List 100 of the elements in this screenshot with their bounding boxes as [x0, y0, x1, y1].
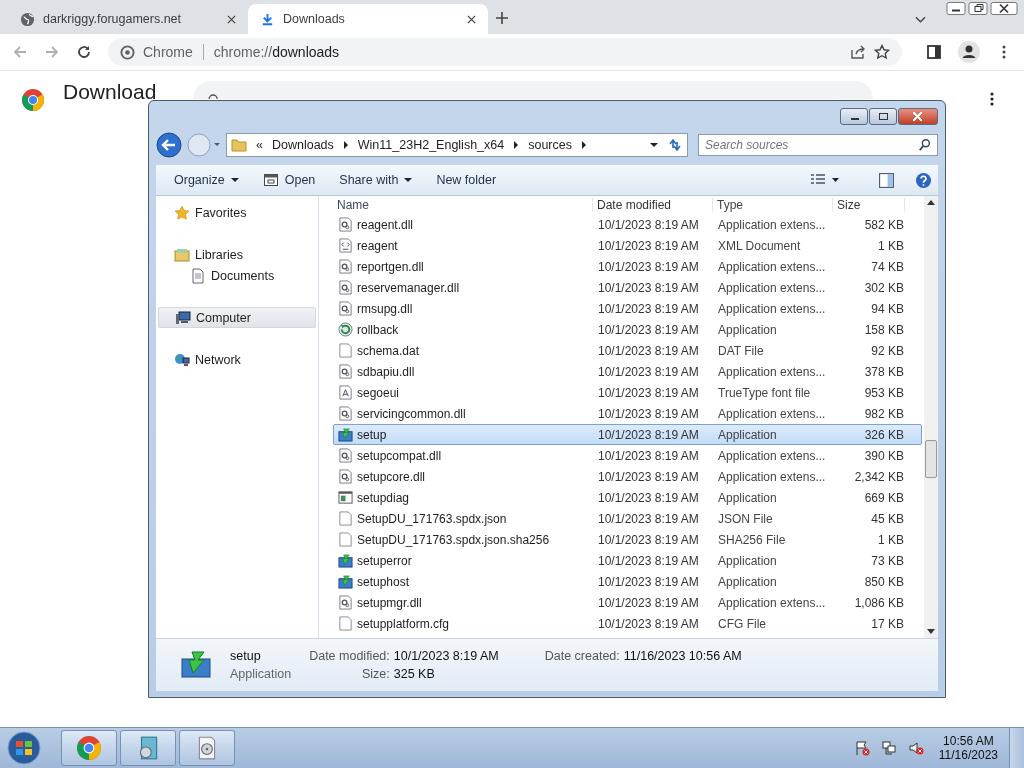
chevron-down-icon[interactable] — [915, 16, 926, 24]
close-button[interactable] — [990, 1, 1018, 16]
file-row[interactable]: setupmgr.dll 10/1/2023 8:19 AM Application extens... 1,086 KB — [333, 592, 922, 613]
detail-value: 325 KB — [393, 667, 436, 681]
gear-file-icon — [338, 595, 353, 610]
detail-label: Date created: — [544, 649, 620, 663]
refresh-icon[interactable] — [667, 137, 683, 153]
setup-icon — [338, 553, 353, 568]
network-icon[interactable] — [880, 740, 897, 756]
search-icon[interactable] — [918, 138, 932, 152]
file-row[interactable]: reagent.dll 10/1/2023 8:19 AM Application extens... 582 KB — [333, 214, 922, 235]
file-name: setup — [230, 649, 262, 663]
close-icon[interactable] — [227, 14, 236, 24]
file-row[interactable]: setup 10/1/2023 8:19 AM Application 326 KB — [333, 424, 922, 445]
caret-icon — [404, 177, 413, 183]
address-bar[interactable]: Chrome chrome://downloads — [108, 38, 902, 66]
browser-tab[interactable]: darkriggy.forugamers.net — [8, 4, 248, 34]
search-field[interactable]: Search sources — [698, 134, 938, 156]
gear-file-icon — [338, 469, 353, 484]
clock-date[interactable]: 11/16/2023 — [938, 748, 998, 762]
window-icon — [262, 172, 279, 188]
scrollbar[interactable] — [924, 196, 938, 638]
preview-pane-icon[interactable] — [878, 171, 895, 189]
chevron-right-icon[interactable] — [513, 141, 520, 149]
minimize-button[interactable] — [840, 108, 868, 125]
column-header[interactable]: Size — [833, 198, 905, 212]
scroll-thumb[interactable] — [925, 440, 937, 478]
maximize-button[interactable] — [869, 108, 897, 125]
library-icon — [174, 246, 190, 263]
nav-item[interactable]: Computer — [158, 307, 316, 328]
detail-label: Date modified: — [309, 649, 390, 663]
speaker-muted-icon[interactable] — [907, 740, 924, 756]
star-icon[interactable] — [874, 44, 890, 60]
file-row[interactable]: segoeui 10/1/2023 8:19 AM TrueType font file 953 KB — [333, 382, 922, 403]
file-row[interactable]: rollback 10/1/2023 8:19 AM Application 158 KB — [333, 319, 922, 340]
new-tab-icon[interactable] — [496, 12, 508, 24]
back-icon[interactable] — [156, 132, 182, 158]
chevron-right-icon[interactable] — [581, 141, 587, 149]
address-bar[interactable]: « Downloads Win11_23H2_English_x64 sources — [226, 133, 688, 157]
globe-icon — [20, 11, 35, 27]
toolbar-button[interactable]: New folder — [428, 169, 505, 191]
scroll-up-icon[interactable] — [927, 200, 935, 205]
column-header[interactable]: Type — [713, 198, 833, 212]
file-row[interactable]: reagent 10/1/2023 8:19 AM XML Document 1 KB — [333, 235, 922, 256]
page-title: Download — [63, 83, 158, 100]
file-row[interactable]: setupcore.dll 10/1/2023 8:19 AM Application extens... 2,342 KB — [333, 466, 922, 487]
minimize-button[interactable] — [946, 1, 966, 16]
file-row[interactable]: reservemanager.dll 10/1/2023 8:19 AM Application extens... 302 KB — [333, 277, 922, 298]
file-row[interactable]: setupplatform.cfg 10/1/2023 8:19 AM CFG File 17 KB — [333, 613, 922, 634]
gear-file-icon — [338, 364, 353, 379]
close-icon[interactable] — [467, 14, 476, 24]
taskbar-button[interactable] — [179, 730, 235, 766]
window-icon — [338, 490, 353, 505]
view-options-icon[interactable] — [810, 173, 840, 187]
file-row[interactable]: reportgen.dll 10/1/2023 8:19 AM Application extens... 74 KB — [333, 256, 922, 277]
file-row[interactable]: schema.dat 10/1/2023 8:19 AM DAT File 92 KB — [333, 340, 922, 361]
caret-icon[interactable] — [650, 142, 658, 148]
file-row[interactable]: servicingcommon.dll 10/1/2023 8:19 AM Application extens... 982 KB — [333, 403, 922, 424]
file-row[interactable]: rmsupg.dll 10/1/2023 8:19 AM Application extens... 94 KB — [333, 298, 922, 319]
nav-item[interactable]: Libraries — [158, 244, 316, 265]
scroll-down-icon[interactable] — [927, 629, 935, 634]
reload-icon[interactable] — [76, 44, 92, 60]
share-icon[interactable] — [850, 44, 866, 60]
file-icon — [338, 343, 353, 358]
start-button[interactable] — [6, 730, 42, 766]
toolbar-button[interactable]: Organize — [166, 169, 247, 191]
flag-icon[interactable] — [853, 740, 870, 756]
setup-icon — [338, 574, 353, 589]
file-row[interactable]: setuperror 10/1/2023 8:19 AM Application 73 KB — [333, 550, 922, 571]
column-header[interactable]: Date modified — [593, 198, 713, 212]
file-row[interactable]: setupcompat.dll 10/1/2023 8:19 AM Application extens... 390 KB — [333, 445, 922, 466]
side-panel-icon[interactable] — [926, 44, 942, 60]
toolbar-button[interactable]: Share with — [331, 169, 421, 191]
chevron-right-icon[interactable] — [342, 141, 349, 149]
file-row[interactable]: setuphost 10/1/2023 8:19 AM Application 850 KB — [333, 571, 922, 592]
chrome-icon — [120, 44, 135, 60]
star-icon — [174, 204, 190, 221]
profile-avatar-icon[interactable] — [958, 41, 980, 63]
nav-item[interactable]: Favorites — [158, 202, 316, 223]
search-field[interactable] — [193, 81, 873, 99]
column-header[interactable]: Name — [333, 198, 593, 212]
gear-file-icon — [338, 259, 353, 274]
file-row[interactable]: setupdiag 10/1/2023 8:19 AM Application 669 KB — [333, 487, 922, 508]
clock-time[interactable]: 10:56 AM — [943, 734, 994, 748]
download-icon — [260, 11, 275, 27]
nav-item[interactable]: Documents — [158, 265, 316, 286]
browser-tab[interactable]: Downloads — [248, 4, 488, 34]
file-row[interactable]: SetupDU_171763.spdx.json 10/1/2023 8:19 AM JSON File 45 KB — [333, 508, 922, 529]
folder-icon — [231, 138, 247, 152]
taskbar-button[interactable] — [120, 730, 176, 766]
nav-item[interactable]: Network — [158, 349, 316, 370]
file-row[interactable]: SetupDU_171763.spdx.json.sha256 10/1/2023 8:19 AM SHA256 File 1 KB — [333, 529, 922, 550]
taskbar-button[interactable] — [61, 730, 117, 766]
caret-icon — [230, 177, 239, 183]
file-row[interactable]: sdbapiu.dll 10/1/2023 8:19 AM Application extens... 378 KB — [333, 361, 922, 382]
restore-button[interactable] — [968, 1, 988, 16]
help-icon[interactable] — [915, 171, 932, 189]
close-button[interactable] — [898, 108, 938, 125]
font-file-icon — [338, 385, 353, 400]
toolbar-button[interactable]: Open — [254, 168, 324, 192]
